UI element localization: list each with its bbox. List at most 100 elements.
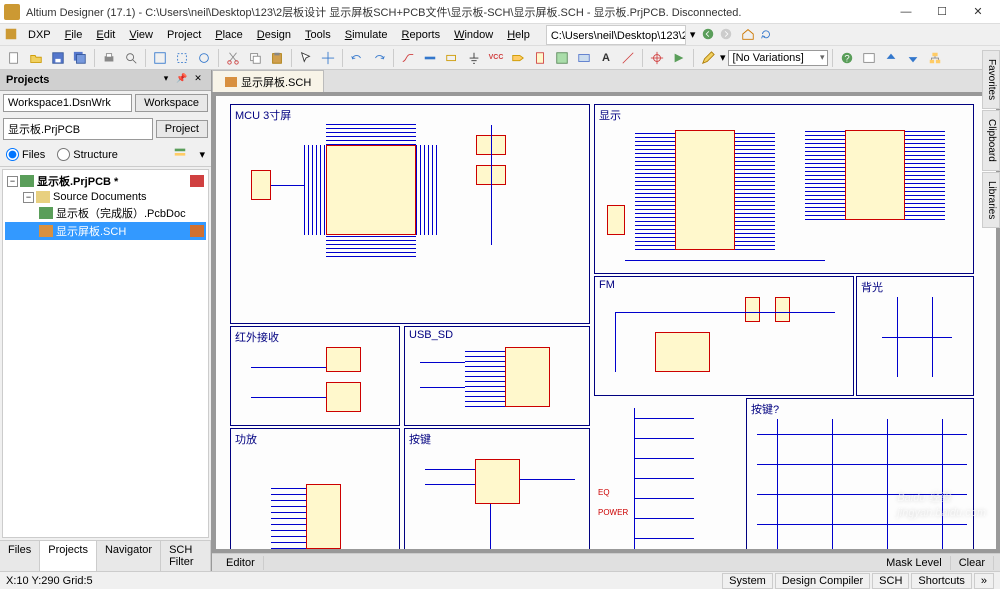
side-tab-clipboard[interactable]: Clipboard bbox=[982, 110, 1000, 171]
new-icon[interactable] bbox=[4, 48, 24, 68]
wire-icon[interactable] bbox=[398, 48, 418, 68]
panel-menu-icon[interactable]: ▾ bbox=[159, 73, 173, 87]
block-keys: 按键 bbox=[404, 428, 590, 549]
panel-pin-icon[interactable]: 📌 bbox=[175, 73, 189, 87]
project-button[interactable]: Project bbox=[156, 120, 208, 138]
zoom-select-icon[interactable] bbox=[194, 48, 214, 68]
tree-source-folder[interactable]: − Source Documents bbox=[5, 190, 206, 204]
undo-icon[interactable] bbox=[347, 48, 367, 68]
mask-level-button[interactable]: Mask Level bbox=[878, 556, 951, 570]
menu-place[interactable]: Place bbox=[209, 27, 249, 43]
copy-icon[interactable] bbox=[245, 48, 265, 68]
down-icon[interactable] bbox=[903, 48, 923, 68]
nav-fwd-icon[interactable] bbox=[719, 27, 735, 43]
pins bbox=[905, 130, 945, 220]
tree-options-icon[interactable] bbox=[173, 146, 187, 163]
minimize-button[interactable]: — bbox=[888, 0, 924, 24]
menu-reports[interactable]: Reports bbox=[396, 27, 447, 43]
tree-sch-doc[interactable]: 显示屏板.SCH bbox=[5, 222, 206, 240]
wire bbox=[615, 312, 835, 313]
print-icon[interactable] bbox=[99, 48, 119, 68]
status-system[interactable]: System bbox=[722, 573, 773, 589]
nav-back-icon[interactable] bbox=[701, 27, 717, 43]
harness-icon[interactable] bbox=[574, 48, 594, 68]
menu-design[interactable]: Design bbox=[251, 27, 297, 43]
pencil-icon[interactable] bbox=[698, 48, 718, 68]
wire bbox=[634, 518, 694, 519]
net-icon[interactable] bbox=[442, 48, 462, 68]
block-amp: 功放 bbox=[230, 428, 400, 549]
tree-pcb-doc[interactable]: 显示板（完成版）.PcbDoc bbox=[5, 204, 206, 222]
files-radio[interactable]: Files bbox=[6, 148, 45, 161]
menu-tools[interactable]: Tools bbox=[299, 27, 337, 43]
status-extra-icon[interactable]: » bbox=[974, 573, 994, 589]
editor-tab-sch[interactable]: 显示屏板.SCH bbox=[212, 70, 324, 92]
status-sch[interactable]: SCH bbox=[872, 573, 909, 589]
clear-button[interactable]: Clear bbox=[951, 556, 994, 570]
chip-display1 bbox=[675, 130, 735, 250]
tab-sch-filter[interactable]: SCH Filter bbox=[161, 541, 211, 571]
part-icon[interactable] bbox=[530, 48, 550, 68]
text-icon[interactable]: A bbox=[596, 48, 616, 68]
port-icon[interactable] bbox=[508, 48, 528, 68]
tab-navigator[interactable]: Navigator bbox=[97, 541, 161, 571]
line-icon[interactable] bbox=[618, 48, 638, 68]
side-tab-favorites[interactable]: Favorites bbox=[982, 70, 1000, 109]
sheet-icon[interactable] bbox=[552, 48, 572, 68]
tab-projects[interactable]: Projects bbox=[40, 541, 97, 571]
saveall-icon[interactable] bbox=[70, 48, 90, 68]
zoom-fit-icon[interactable] bbox=[150, 48, 170, 68]
project-field[interactable]: 显示板.PrjPCB bbox=[3, 118, 153, 140]
redo-icon[interactable] bbox=[369, 48, 389, 68]
tab-files[interactable]: Files bbox=[0, 541, 40, 571]
home-icon[interactable] bbox=[741, 27, 757, 43]
path-combo[interactable]: C:\Users\neil\Desktop\123\2层... bbox=[546, 25, 686, 45]
zoom-area-icon[interactable] bbox=[172, 48, 192, 68]
bus-icon[interactable] bbox=[420, 48, 440, 68]
menu-simulate[interactable]: Simulate bbox=[339, 27, 394, 43]
maximize-button[interactable]: ☐ bbox=[924, 0, 960, 24]
tree-project-root[interactable]: − 显示板.PrjPCB * bbox=[5, 172, 206, 190]
expand-icon[interactable]: − bbox=[23, 192, 34, 203]
workspace-button[interactable]: Workspace bbox=[135, 94, 208, 112]
editor-footer-tab[interactable]: Editor bbox=[218, 556, 264, 570]
project-tree[interactable]: − 显示板.PrjPCB * − Source Documents 显示板（完成… bbox=[2, 169, 209, 538]
help-icon[interactable]: ? bbox=[837, 48, 857, 68]
menu-view[interactable]: View bbox=[123, 27, 159, 43]
block-ir: 红外接收 bbox=[230, 326, 400, 426]
canvas-wrap: MCU 3寸屏 显示 bbox=[212, 92, 1000, 553]
open-icon[interactable] bbox=[26, 48, 46, 68]
move-icon[interactable] bbox=[318, 48, 338, 68]
select-icon[interactable] bbox=[296, 48, 316, 68]
gnd-icon[interactable] bbox=[464, 48, 484, 68]
cross-probe-icon[interactable] bbox=[647, 48, 667, 68]
expand-icon[interactable]: − bbox=[7, 176, 18, 187]
menu-help[interactable]: Help bbox=[501, 27, 536, 43]
menu-window[interactable]: Window bbox=[448, 27, 499, 43]
menu-project[interactable]: Project bbox=[161, 27, 207, 43]
main-area: Projects ▾ 📌 ✕ Workspace1.DsnWrk Workspa… bbox=[0, 70, 1000, 571]
vcc-icon[interactable]: VCC bbox=[486, 48, 506, 68]
status-shortcuts[interactable]: Shortcuts bbox=[911, 573, 971, 589]
menu-edit[interactable]: Edit bbox=[90, 27, 121, 43]
menu-file[interactable]: File bbox=[59, 27, 89, 43]
structure-radio[interactable]: Structure bbox=[57, 148, 118, 161]
up-icon[interactable] bbox=[881, 48, 901, 68]
side-tab-libraries[interactable]: Libraries bbox=[982, 172, 1000, 228]
schematic-canvas[interactable]: MCU 3寸屏 显示 bbox=[216, 96, 996, 549]
refresh-icon[interactable] bbox=[759, 27, 775, 43]
paste-icon[interactable] bbox=[267, 48, 287, 68]
menu-dxp[interactable]: DXP bbox=[22, 27, 57, 43]
close-button[interactable]: ✕ bbox=[960, 0, 996, 24]
compile-icon[interactable] bbox=[669, 48, 689, 68]
status-design-compiler[interactable]: Design Compiler bbox=[775, 573, 870, 589]
workspace-combo[interactable]: Workspace1.DsnWrk bbox=[3, 94, 132, 112]
save-icon[interactable] bbox=[48, 48, 68, 68]
preview-icon[interactable] bbox=[121, 48, 141, 68]
projects-title: Projects bbox=[6, 74, 157, 86]
hierarchy-icon[interactable] bbox=[925, 48, 945, 68]
panel-close-icon[interactable]: ✕ bbox=[191, 73, 205, 87]
browse-icon[interactable] bbox=[859, 48, 879, 68]
variations-combo[interactable]: [No Variations] bbox=[728, 50, 828, 66]
cut-icon[interactable] bbox=[223, 48, 243, 68]
